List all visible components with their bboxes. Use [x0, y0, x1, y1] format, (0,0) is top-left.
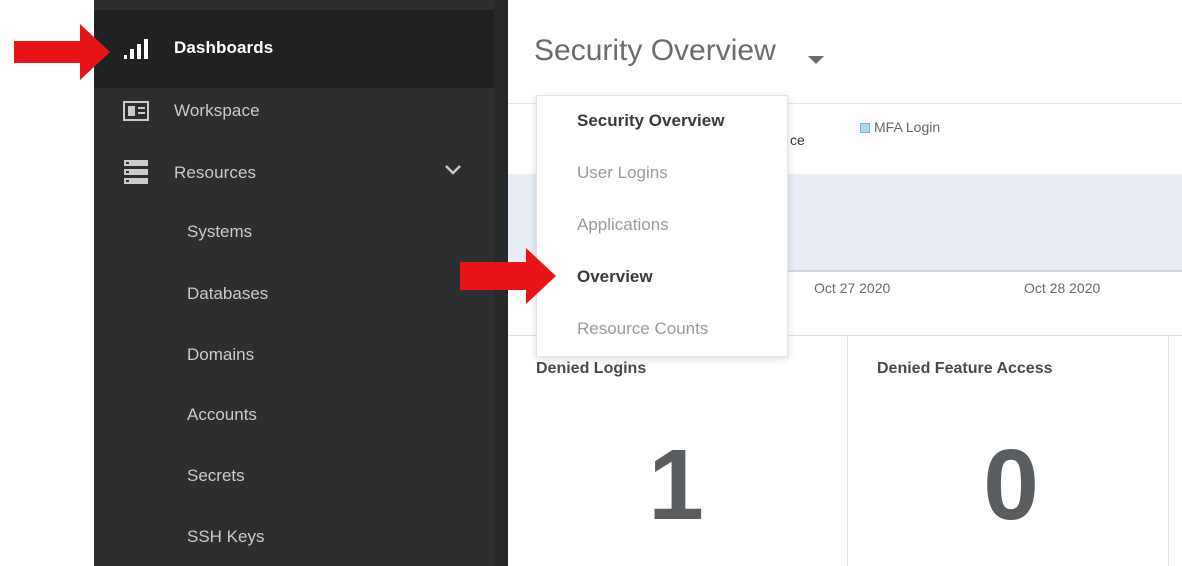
sidebar-subitem-secrets[interactable]: Secrets: [187, 466, 245, 486]
server-icon: [122, 158, 150, 186]
legend-swatch: [860, 123, 870, 133]
dashboard-selector[interactable]: Security Overview: [534, 34, 776, 68]
legend-label-partial: ce: [790, 132, 805, 148]
sidebar-subitem-accounts[interactable]: Accounts: [187, 405, 257, 425]
app-window: Dashboards Workspace Resources Systems D…: [0, 0, 1182, 566]
stat-card-denied-logins: Denied Logins 1: [508, 336, 848, 566]
caret-down-icon[interactable]: [808, 52, 824, 70]
sidebar-item-dashboards[interactable]: Dashboards: [94, 10, 494, 88]
sidebar-subitem-domains[interactable]: Domains: [187, 345, 254, 365]
id-card-icon: [122, 97, 150, 125]
dropdown-item-overview[interactable]: Overview: [577, 267, 653, 287]
sidebar-item-resources[interactable]: Resources: [94, 141, 494, 203]
sidebar-item-label: Resources: [174, 163, 257, 182]
annotation-arrow-overview-icon: [460, 248, 556, 304]
sidebar-subitem-systems[interactable]: Systems: [187, 222, 252, 242]
dropdown-item-security-overview[interactable]: Security Overview: [577, 111, 724, 131]
dropdown-item-user-logins[interactable]: User Logins: [577, 163, 668, 183]
bar-chart-icon: [122, 35, 150, 63]
x-tick-label: Oct 28 2020: [1024, 280, 1101, 296]
sidebar-subitem-databases[interactable]: Databases: [187, 284, 268, 304]
stat-card-title: Denied Feature Access: [877, 360, 1053, 377]
stat-card-denied-feature-access: Denied Feature Access 0: [849, 336, 1169, 566]
sidebar: Dashboards Workspace Resources Systems D…: [94, 0, 508, 566]
sidebar-item-workspace[interactable]: Workspace: [94, 80, 494, 142]
sidebar-item-label: Workspace: [174, 101, 260, 120]
dropdown-item-resource-counts[interactable]: Resource Counts: [577, 319, 708, 339]
x-tick-label: Oct 27 2020: [814, 280, 891, 296]
legend-label: MFA Login: [874, 119, 941, 135]
stat-card-value: 0: [983, 429, 1039, 541]
stat-card-value: 1: [648, 429, 704, 541]
annotation-arrow-dashboards-icon: [14, 24, 110, 80]
sidebar-item-label: Dashboards: [174, 38, 274, 57]
chevron-down-icon[interactable]: [444, 163, 462, 181]
sidebar-subitem-ssh-keys[interactable]: SSH Keys: [187, 527, 264, 547]
dashboard-dropdown-menu: Security Overview User Logins Applicatio…: [536, 95, 788, 357]
page-header: Security Overview: [508, 0, 1182, 104]
dropdown-item-applications[interactable]: Applications: [577, 215, 669, 235]
stat-card-title: Denied Logins: [536, 360, 647, 377]
